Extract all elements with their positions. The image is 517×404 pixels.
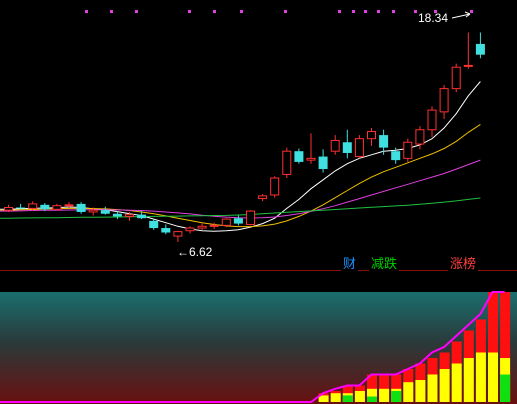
low-price-label: ←6.62 (177, 245, 213, 259)
candle-body (149, 220, 159, 229)
candle-body (318, 156, 328, 170)
tag-decline[interactable]: 减跌 (369, 256, 400, 272)
candle-body (270, 177, 280, 196)
top-dot (470, 10, 473, 13)
main-panel-bg (0, 0, 517, 270)
indicator-panel-bg (0, 292, 517, 404)
candle-body (475, 43, 485, 55)
candle-body (64, 204, 74, 207)
indicator-bar-green (367, 396, 377, 402)
candle-up (282, 147, 292, 178)
candle-body (52, 205, 62, 210)
tag-finance[interactable]: 财 (341, 256, 359, 272)
candle-body (185, 227, 195, 232)
candle-body (427, 109, 437, 131)
candle-body (137, 214, 147, 219)
candle-body (100, 210, 110, 214)
low-price-value: 6.62 (189, 245, 213, 259)
top-dot (338, 10, 341, 13)
candle-body (439, 88, 449, 113)
indicator-bar-yellow (451, 363, 462, 402)
candle-body (415, 129, 425, 145)
indicator-bar-yellow (475, 352, 486, 402)
top-dot (110, 10, 113, 13)
candle-body (246, 210, 255, 225)
high-price-label: 18.34 (418, 11, 449, 25)
candle-body (125, 214, 134, 217)
top-dot (135, 10, 138, 13)
candle-up (221, 218, 231, 228)
tag-limitup[interactable]: 涨榜 (448, 256, 479, 272)
candle-body (40, 204, 50, 210)
candle-body (161, 228, 171, 233)
indicator-bar-yellow (415, 380, 426, 402)
top-dot (392, 10, 395, 13)
indicator-bar-yellow (463, 358, 474, 402)
candle-body (221, 218, 231, 226)
candle-body (209, 224, 219, 227)
candle-body (233, 218, 243, 224)
top-dot (352, 10, 355, 13)
candle-up (354, 135, 364, 159)
top-dot (414, 10, 417, 13)
indicator-bar-green (342, 395, 353, 402)
candle-body (173, 231, 183, 237)
candle-up (451, 63, 461, 93)
indicator-bar-yellow (488, 352, 498, 402)
candle-body (403, 141, 413, 159)
indicator-bar-yellow (354, 391, 365, 402)
indicator-bar-yellow (379, 388, 390, 402)
top-dot (377, 10, 380, 13)
candle-body (112, 213, 122, 217)
top-dot (240, 10, 243, 13)
candle-body (342, 142, 352, 153)
top-dot (364, 10, 367, 13)
candle-body (306, 157, 316, 161)
candle-body (294, 151, 304, 162)
top-dot (284, 10, 287, 13)
candle-body (258, 195, 268, 200)
candle-body (282, 150, 292, 175)
candle-body (76, 203, 86, 212)
top-dot (85, 10, 88, 13)
candle-body (379, 135, 389, 148)
chart-canvas (0, 0, 517, 404)
candle-body (354, 138, 364, 158)
candle-body (451, 66, 461, 90)
candle-up (270, 176, 280, 198)
candle-body (330, 139, 340, 152)
indicator-bar-yellow (427, 374, 438, 402)
candle-up (403, 138, 413, 162)
indicator-bar-yellow (403, 382, 414, 402)
indicator-bar-green (500, 374, 511, 402)
indicator-bar-yellow (439, 369, 450, 402)
candle-body (463, 64, 473, 67)
candle-body (367, 131, 376, 140)
indicator-bar-green (391, 391, 402, 402)
top-dot (213, 10, 216, 13)
candle-body (197, 225, 207, 229)
candle-body (4, 206, 13, 211)
indicator-bar-yellow (330, 393, 341, 402)
candle-up (246, 210, 255, 226)
candle-body (391, 151, 401, 161)
candle-body (28, 203, 38, 209)
candle-body (88, 209, 98, 213)
top-dot (188, 10, 191, 13)
candle-body (16, 207, 26, 209)
